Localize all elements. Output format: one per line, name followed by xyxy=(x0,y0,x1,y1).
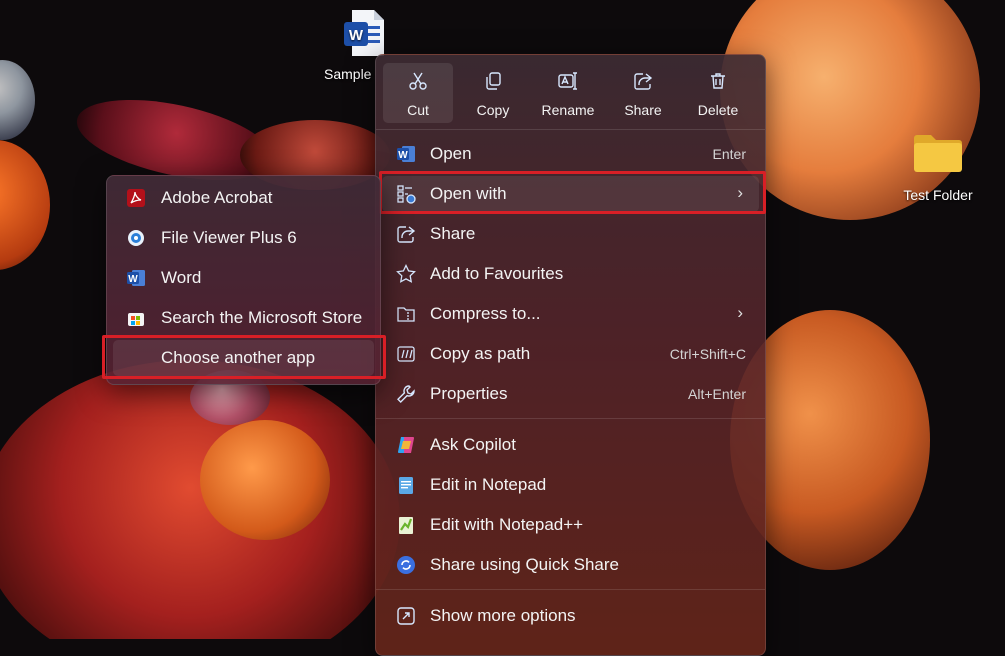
context-menu: Cut Copy Rename Share Delete W Open Ente… xyxy=(375,54,766,656)
delete-label: Delete xyxy=(697,102,739,118)
menu-separator xyxy=(376,418,765,419)
rename-button[interactable]: Rename xyxy=(533,63,603,123)
context-menu-toolbar: Cut Copy Rename Share Delete xyxy=(376,61,765,127)
submenu-item-label: Search the Microsoft Store xyxy=(161,308,363,327)
delete-button[interactable]: Delete xyxy=(683,63,753,123)
menu-item-label: Share xyxy=(430,224,476,243)
share-icon xyxy=(633,71,653,91)
cut-button[interactable]: Cut xyxy=(383,63,453,123)
rename-label: Rename xyxy=(541,102,595,118)
chevron-right-icon: › xyxy=(737,303,743,322)
file-viewer-icon xyxy=(126,228,146,248)
submenu-item-label: Adobe Acrobat xyxy=(161,188,273,207)
copy-path-icon xyxy=(396,344,416,364)
store-icon xyxy=(126,308,146,328)
menu-item-label: Edit with Notepad++ xyxy=(430,515,584,534)
menu-item-label: Copy as path xyxy=(430,344,531,363)
share-toolbar-button[interactable]: Share xyxy=(608,63,678,123)
menu-item-properties[interactable]: Properties Alt+Enter xyxy=(382,376,759,412)
word-icon: W xyxy=(396,144,416,164)
word-document-icon: W xyxy=(342,8,386,58)
desktop-icon-test-folder[interactable]: Test Folder xyxy=(896,132,980,203)
zip-icon xyxy=(396,304,416,324)
menu-item-label: Edit in Notepad xyxy=(430,475,547,494)
copilot-icon xyxy=(396,435,416,455)
submenu-item-label: Word xyxy=(161,268,202,287)
menu-item-label: Share using Quick Share xyxy=(430,555,619,574)
shortcut-text: Enter xyxy=(712,146,746,162)
submenu-item-adobe-acrobat[interactable]: Adobe Acrobat xyxy=(113,180,374,216)
menu-item-add-to-favourites[interactable]: Add to Favourites xyxy=(382,256,759,292)
more-options-icon xyxy=(396,606,416,626)
desktop-icon-label: Test Folder xyxy=(903,187,973,203)
menu-item-show-more-options[interactable]: Show more options xyxy=(382,598,759,634)
shortcut-text: Alt+Enter xyxy=(688,386,746,402)
scissors-icon xyxy=(408,71,428,91)
star-icon xyxy=(396,264,416,284)
menu-item-edit-with-notepad-plus-plus[interactable]: Edit with Notepad++ xyxy=(382,507,759,543)
menu-item-open[interactable]: W Open Enter xyxy=(382,136,759,172)
open-with-highlight xyxy=(379,171,766,214)
word-icon: W xyxy=(126,268,146,288)
submenu-item-label: File Viewer Plus 6 xyxy=(161,228,297,247)
menu-separator xyxy=(376,589,765,590)
menu-item-copy-as-path[interactable]: Copy as path Ctrl+Shift+C xyxy=(382,336,759,372)
menu-item-label: Properties xyxy=(430,384,508,403)
menu-item-label: Show more options xyxy=(430,606,576,625)
cut-label: Cut xyxy=(407,102,429,118)
quick-share-icon xyxy=(396,555,416,575)
svg-text:W: W xyxy=(128,274,138,285)
wrench-icon xyxy=(396,384,416,404)
copy-icon xyxy=(483,71,503,91)
submenu-item-file-viewer-plus[interactable]: File Viewer Plus 6 xyxy=(113,220,374,256)
folder-icon xyxy=(912,132,964,174)
menu-item-label: Open xyxy=(430,144,472,163)
notepad-icon xyxy=(396,475,416,495)
menu-item-share[interactable]: Share xyxy=(382,216,759,252)
submenu-item-microsoft-store[interactable]: Search the Microsoft Store xyxy=(113,300,374,336)
choose-another-app-highlight xyxy=(102,335,386,379)
menu-item-share-using-quick-share[interactable]: Share using Quick Share xyxy=(382,547,759,583)
menu-item-edit-in-notepad[interactable]: Edit in Notepad xyxy=(382,467,759,503)
share-icon xyxy=(396,224,416,244)
submenu-item-word[interactable]: W Word xyxy=(113,260,374,296)
menu-item-label: Compress to... xyxy=(430,304,541,323)
trash-icon xyxy=(708,71,728,91)
shortcut-text: Ctrl+Shift+C xyxy=(669,346,746,362)
copy-button[interactable]: Copy xyxy=(458,63,528,123)
svg-text:W: W xyxy=(398,150,408,161)
rename-icon xyxy=(558,71,578,91)
notepad-plus-plus-icon xyxy=(396,515,416,535)
menu-item-label: Add to Favourites xyxy=(430,264,564,283)
share-label: Share xyxy=(624,102,662,118)
menu-separator xyxy=(376,129,765,130)
menu-item-label: Ask Copilot xyxy=(430,435,516,454)
menu-item-ask-copilot[interactable]: Ask Copilot xyxy=(382,427,759,463)
acrobat-icon xyxy=(126,188,146,208)
svg-text:W: W xyxy=(349,27,364,44)
menu-item-compress-to[interactable]: Compress to... › xyxy=(382,296,759,332)
copy-label: Copy xyxy=(476,102,510,118)
